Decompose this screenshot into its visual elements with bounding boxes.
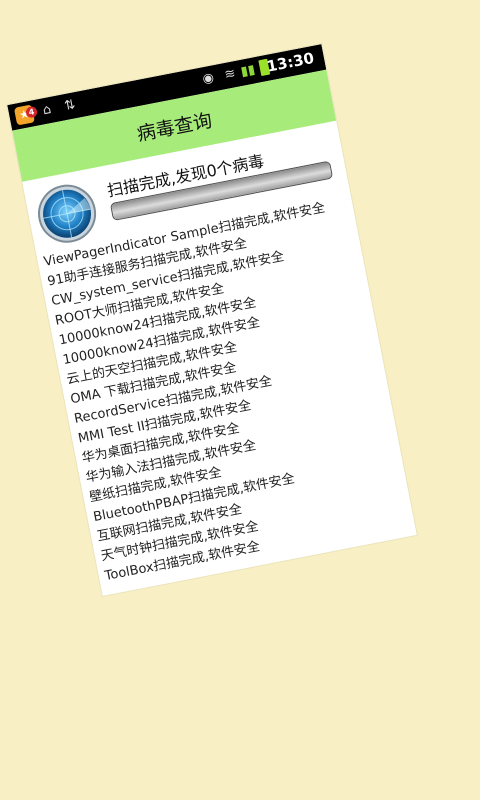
screen-background: ★ 4 ⌂ ⇅ ◉ ≋ ▮▮ 13:30 病毒查询 扫描完成,发现0个病毒 Vi… bbox=[0, 0, 480, 800]
location-icon: ◉ bbox=[201, 70, 216, 88]
wifi-icon: ≋ bbox=[223, 66, 237, 83]
phone-screen: ★ 4 ⌂ ⇅ ◉ ≋ ▮▮ 13:30 病毒查询 扫描完成,发现0个病毒 Vi… bbox=[7, 44, 417, 596]
radar-scan-icon bbox=[38, 184, 97, 243]
clock: 13:30 bbox=[265, 48, 316, 76]
usb-icon: ⇅ bbox=[63, 97, 77, 115]
android-debug-icon: ⌂ bbox=[41, 101, 53, 119]
scan-results-list[interactable]: ViewPagerIndicator Sample扫描完成,软件安全 91助手连接… bbox=[42, 194, 413, 587]
app-notification-icon: ★ 4 bbox=[13, 104, 38, 126]
signal-icon: ▮▮ bbox=[239, 62, 257, 80]
